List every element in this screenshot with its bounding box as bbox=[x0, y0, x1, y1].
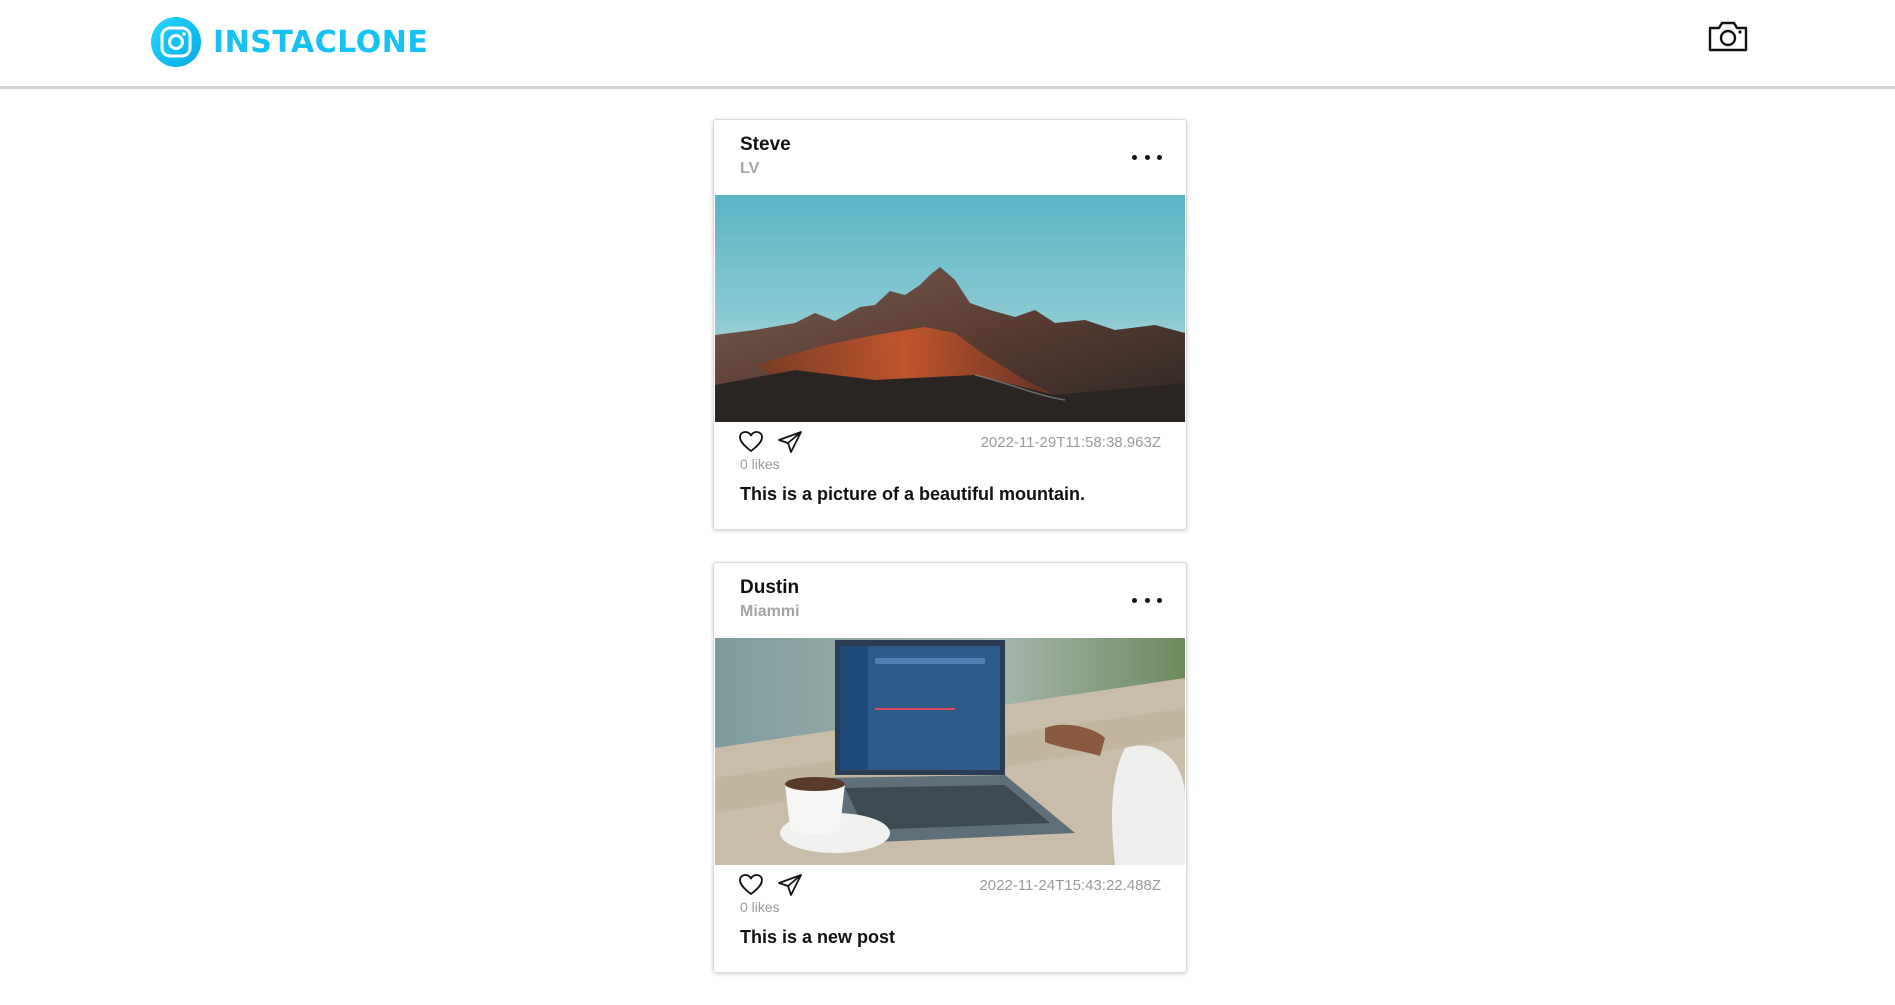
post-actions: 2022-11-29T11:58:38.963Z bbox=[714, 428, 1186, 456]
camera-icon[interactable] bbox=[1706, 18, 1750, 54]
post-actions: 2022-11-24T15:43:22.488Z bbox=[714, 871, 1186, 899]
post-username[interactable]: Steve bbox=[740, 134, 791, 156]
home-logo-link[interactable]: INSTACLONE bbox=[151, 17, 428, 67]
post-username[interactable]: Dustin bbox=[740, 577, 799, 599]
post-header: Dustin Miammi bbox=[714, 563, 1186, 638]
post-caption: This is a new post bbox=[740, 927, 896, 947]
send-icon[interactable] bbox=[777, 873, 803, 897]
post-image bbox=[715, 638, 1185, 865]
like-count: 0 likes bbox=[740, 899, 780, 915]
top-navbar: INSTACLONE bbox=[0, 0, 1895, 89]
post-location: Miammi bbox=[740, 603, 800, 620]
send-icon[interactable] bbox=[777, 430, 803, 454]
heart-icon[interactable] bbox=[738, 873, 764, 897]
post-image bbox=[715, 195, 1185, 422]
post-card: Dustin Miammi 2022-11-24T15:43:22.488Z 0… bbox=[713, 562, 1187, 973]
post-caption: This is a picture of a beautiful mountai… bbox=[740, 484, 1086, 504]
instagram-logo-icon bbox=[151, 17, 201, 67]
post-timestamp: 2022-11-24T15:43:22.488Z bbox=[979, 877, 1161, 894]
heart-icon[interactable] bbox=[738, 430, 764, 454]
post-feed: Steve LV 2022-11-29T11:58:38.963Z 0 like… bbox=[713, 119, 1187, 1005]
app-title: INSTACLONE bbox=[213, 24, 429, 60]
post-card: Steve LV 2022-11-29T11:58:38.963Z 0 like… bbox=[713, 119, 1187, 530]
like-count: 0 likes bbox=[740, 456, 780, 472]
post-location: LV bbox=[740, 160, 760, 177]
post-timestamp: 2022-11-29T11:58:38.963Z bbox=[980, 434, 1161, 451]
more-options-icon[interactable] bbox=[1132, 152, 1162, 162]
more-options-icon[interactable] bbox=[1132, 595, 1162, 605]
post-header: Steve LV bbox=[714, 120, 1186, 195]
